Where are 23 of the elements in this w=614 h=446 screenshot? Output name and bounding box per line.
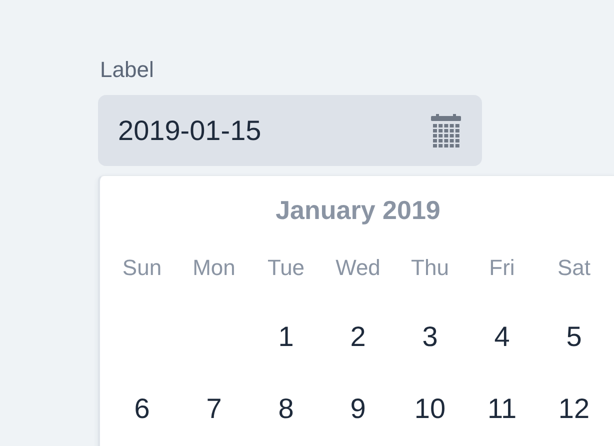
weekday-label: Mon [192,254,236,282]
weekday-label: Thu [411,254,449,282]
calendar-day[interactable]: 1 [278,320,294,354]
weekday-label: Fri [489,254,515,282]
month-title: January 2019 [276,194,440,226]
weekday-label: Wed [336,254,380,282]
calendar-day[interactable]: 8 [278,392,294,426]
calendar-day[interactable]: 2 [350,320,366,354]
weekday-label: Sun [122,254,162,282]
calendar-day[interactable]: 3 [422,320,438,354]
weekday-label: Tue [267,254,305,282]
calendar-day[interactable]: 6 [134,392,150,426]
date-field[interactable]: 2019-01-15 [98,95,482,166]
calendar-day[interactable]: 9 [350,392,366,426]
calendar-day[interactable]: 5 [566,320,582,354]
calendar-day[interactable]: 7 [206,392,222,426]
calendar-day[interactable]: 11 [487,392,517,426]
calendar-day[interactable]: 12 [558,392,590,426]
weekday-label: Sat [557,254,591,282]
calendar-day[interactable]: 10 [414,392,446,426]
calendar-day[interactable]: 4 [494,320,510,354]
field-label: Label [100,56,154,84]
calendar-icon [431,114,461,148]
